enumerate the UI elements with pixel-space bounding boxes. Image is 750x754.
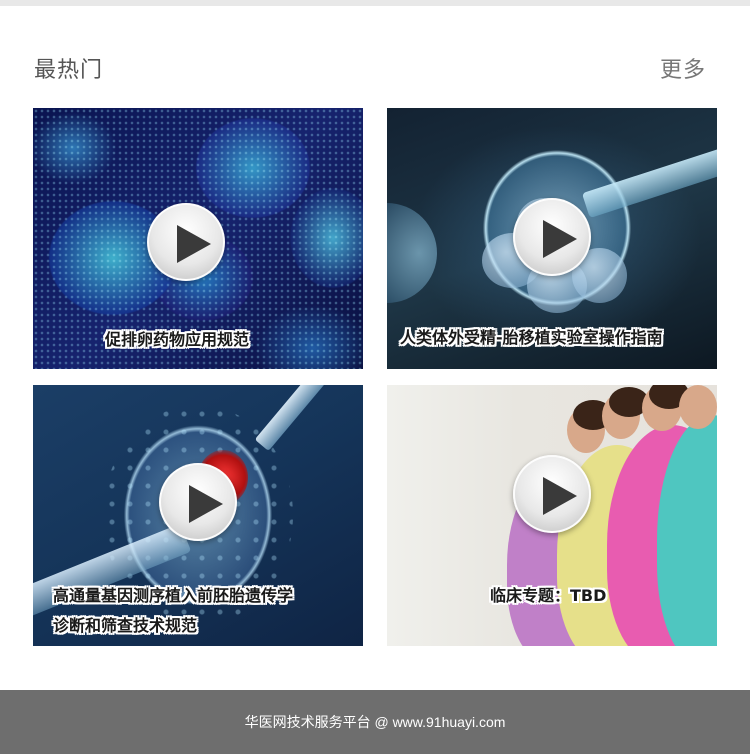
video-caption-line-1: 高通量基因测序植入前胚胎遗传学 — [53, 586, 294, 605]
video-caption-line-2: 诊断和筛查技术规范 — [53, 616, 198, 635]
video-card-ovulation[interactable]: 促排卵药物应用规范 — [33, 108, 363, 369]
video-card-pgt[interactable]: 高通量基因测序植入前胚胎遗传学 诊断和筛查技术规范 — [33, 385, 363, 646]
footer-text: 华医网技术服务平台 @ www.91huayi.com — [244, 714, 506, 730]
play-icon[interactable] — [147, 203, 225, 281]
video-caption: 促排卵药物应用规范 — [105, 330, 250, 349]
video-caption: 临床专题：TBD — [490, 586, 607, 605]
person-head — [679, 385, 717, 429]
footer: 华医网技术服务平台 @ www.91huayi.com — [0, 690, 750, 754]
video-card-ivf-lab[interactable]: 人类体外受精-胎移植实验室操作指南 — [387, 108, 717, 369]
video-card-clinical[interactable]: 临床专题：TBD — [387, 385, 717, 646]
play-icon[interactable] — [513, 198, 591, 276]
video-grid: 促排卵药物应用规范 人类体外受精-胎移植实验室操作指南 高通量基因测序植入前胚胎… — [0, 0, 750, 690]
play-icon[interactable] — [513, 455, 591, 533]
play-icon[interactable] — [159, 463, 237, 541]
video-caption: 人类体外受精-胎移植实验室操作指南 — [400, 328, 663, 347]
